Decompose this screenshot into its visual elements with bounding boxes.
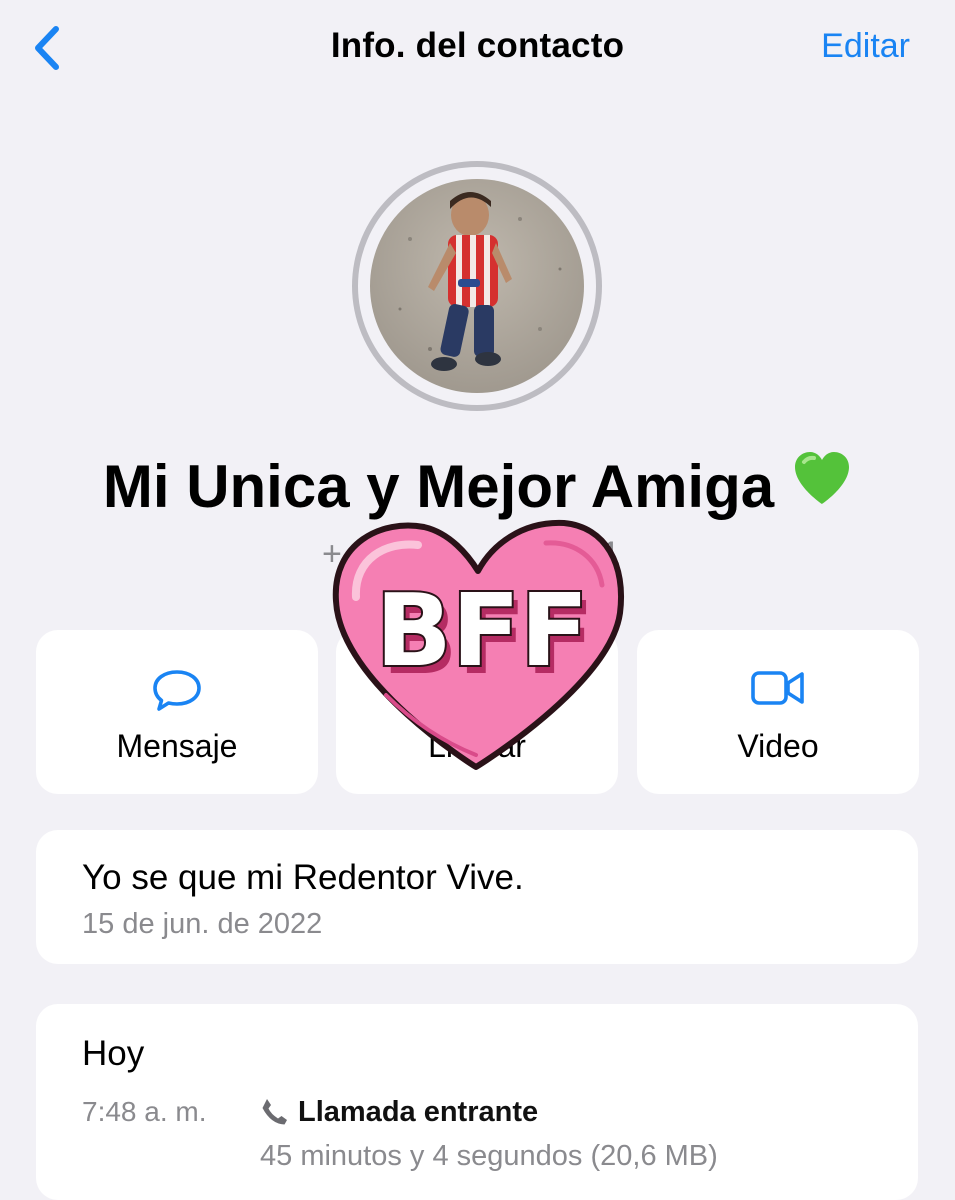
navigation-bar: Info. del contacto Editar xyxy=(0,0,955,100)
video-button-label: Video xyxy=(737,728,819,764)
edit-button[interactable]: Editar xyxy=(821,27,910,66)
sticker-text: BFF xyxy=(376,572,589,689)
page-title: Info. del contacto xyxy=(330,26,625,65)
message-button[interactable]: Mensaje xyxy=(36,630,318,794)
call-detail: 45 minutos y 4 segundos (20,6 MB) xyxy=(260,1140,718,1172)
call-type: Llamada entrante xyxy=(298,1096,539,1128)
about-text: Yo se que mi Redentor Vive. xyxy=(82,858,524,897)
incoming-call-icon xyxy=(262,1099,287,1125)
avatar[interactable] xyxy=(352,161,602,411)
avatar-photo xyxy=(370,179,584,393)
contact-name-text: Mi Unica y Mejor Amiga xyxy=(102,453,775,520)
call-history-card: Hoy 7:48 a. m. Llamada entrante 45 minut… xyxy=(36,1004,918,1200)
about-card[interactable]: Yo se que mi Redentor Vive. 15 de jun. d… xyxy=(36,830,918,964)
green-heart-icon xyxy=(792,450,852,520)
message-button-label: Mensaje xyxy=(116,728,238,764)
message-bubble-icon xyxy=(153,670,201,711)
bff-heart-sticker: BFF BFF xyxy=(332,519,624,770)
contact-name: Mi Unica y Mejor Amiga xyxy=(0,452,955,521)
call-time: 7:48 a. m. xyxy=(82,1096,207,1127)
video-button[interactable]: Video xyxy=(637,630,919,794)
about-date: 15 de jun. de 2022 xyxy=(82,908,323,940)
video-camera-icon xyxy=(751,671,804,705)
history-day: Hoy xyxy=(82,1034,145,1073)
